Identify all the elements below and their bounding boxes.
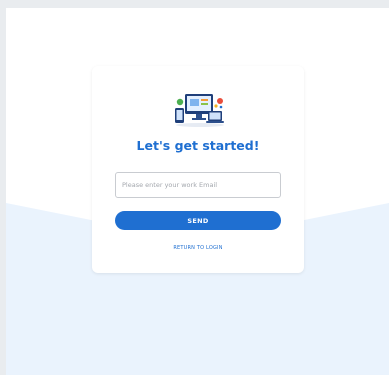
page-background: Let's get started! SEND RETURN TO LOGIN [6,8,389,375]
signup-card: Let's get started! SEND RETURN TO LOGIN [92,66,304,273]
page-title: Let's get started! [136,138,260,153]
send-button[interactable]: SEND [115,211,281,230]
devices-illustration-icon [175,94,224,127]
return-to-login-link[interactable]: RETURN TO LOGIN [92,245,304,251]
email-input[interactable] [115,172,281,198]
